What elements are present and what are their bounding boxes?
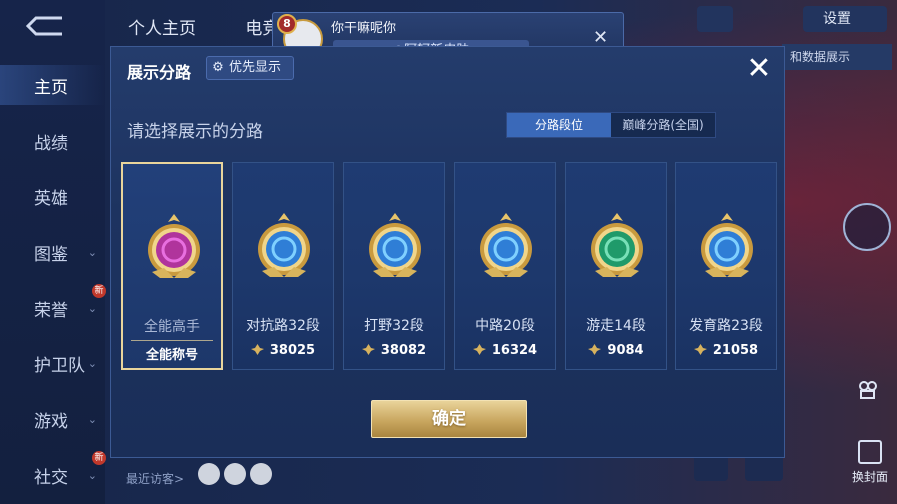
lane-card[interactable]: 全能高手 全能称号 [121,162,223,370]
bell-icon[interactable] [697,6,733,32]
rank-badge-icon [588,344,602,355]
sidebar-item[interactable]: 英雄 [0,176,105,216]
lane-score-value: 38082 [380,343,427,358]
visitor-avatar[interactable] [250,463,272,485]
sidebar-item[interactable]: 图鉴 ⌄ [0,232,105,272]
lane-card[interactable]: 对抗路32段 38025 [232,162,334,370]
sidebar-item-label: 社交 [34,467,68,488]
tab-peak-lane[interactable]: 巅峰分路(全国) [611,113,715,137]
lane-score: 38025 [233,343,333,358]
all-round-icon [148,214,200,278]
tab-profile[interactable]: 个人主页 [128,19,196,39]
jungle-icon [369,213,421,277]
lane-name: 发育路23段 [689,318,763,334]
recent-visitors-link[interactable]: 最近访客> [126,470,184,487]
new-badge: 新 [92,451,106,465]
lane-score-value: 9084 [607,343,644,358]
lane-score: 38082 [344,343,444,358]
priority-label: 优先显示 [229,60,282,75]
lane-card[interactable]: 中路20段 16324 [454,162,556,370]
settings-button[interactable]: 设置 [803,6,887,32]
lane-card[interactable]: 游走14段 9084 [565,162,667,370]
close-icon[interactable]: ✕ [593,27,608,48]
film-icon[interactable] [858,380,878,400]
notification-message: 你干嘛呢你 [331,21,397,36]
sidebar-item[interactable]: 游戏 ⌄ [0,399,105,439]
farm-lane-icon [701,213,753,277]
gear-icon: ⚙ [212,60,224,75]
rank-badge-icon [472,344,486,355]
mid-lane-icon [480,213,532,277]
sidebar-item-label: 主页 [34,77,68,98]
lane-score: 16324 [455,343,555,358]
clash-lane-icon [258,213,310,277]
back-icon[interactable] [22,12,68,40]
data-display-button[interactable]: 和数据展示 [782,44,892,70]
sidebar-item[interactable]: 社交 ⌄ [0,455,105,495]
chevron-down-icon: ⌄ [87,468,97,482]
lane-name: 打野32段 [364,318,424,334]
sidebar-item-label: 图鉴 [34,244,68,265]
roam-icon [591,213,643,277]
sidebar-item[interactable]: 荣誉 ⌄ [0,288,105,328]
sidebar-item-label: 荣誉 [34,300,68,321]
sidebar-item-label: 战绩 [34,133,68,154]
chevron-down-icon: ⌄ [87,301,97,315]
dialog-title: 展示分路 [127,63,192,82]
rank-badge-icon [361,344,375,355]
sidebar-item[interactable]: 主页 [0,65,105,105]
visitor-avatar[interactable] [198,463,220,485]
change-cover-button[interactable]: 换封面 [846,440,894,485]
lane-score-value: 21058 [712,343,759,358]
lane-name: 对抗路32段 [246,318,320,334]
lane-card[interactable]: 发育路23段 21058 [675,162,777,370]
chevron-down-icon: ⌄ [87,412,97,426]
level-badge: 8 [277,14,297,34]
lane-score-value: 全能称号 [145,348,198,363]
select-lane-prompt: 请选择展示的分路 [127,122,263,142]
sidebar-item[interactable]: 护卫队 ⌄ [0,343,105,383]
divider [131,340,213,341]
lane-name: 游走14段 [586,318,646,334]
lane-score: 全能称号 [123,344,221,363]
priority-display-button[interactable]: ⚙ 优先显示 [206,56,294,80]
lane-display-dialog: 展示分路 ⚙ 优先显示 ✕ 请选择展示的分路 分路段位 巅峰分路(全国) 全能高手… [110,46,785,458]
sidebar-item-label: 游戏 [34,411,68,432]
sidebar-item[interactable]: 战绩 [0,121,105,161]
tab-lane-rank[interactable]: 分路段位 [507,113,611,137]
lane-score: 21058 [676,343,776,358]
lane-card[interactable]: 打野32段 38082 [343,162,445,370]
change-cover-label: 换封面 [851,470,888,484]
confirm-button[interactable]: 确定 [371,400,527,438]
lane-name: 全能高手 [144,319,200,335]
sidebar-item-label: 护卫队 [34,355,85,376]
rank-badge-icon [693,344,707,355]
lane-name: 中路20段 [475,318,535,334]
lane-tabs: 分路段位 巅峰分路(全国) [506,112,716,138]
chevron-down-icon: ⌄ [87,245,97,259]
lane-score-value: 16324 [491,343,538,358]
avatar-frame[interactable] [843,203,891,251]
close-icon[interactable]: ✕ [739,49,779,89]
lane-score-value: 38025 [269,343,316,358]
new-badge: 新 [92,284,106,298]
chevron-down-icon: ⌄ [87,356,97,370]
sidebar-item-label: 英雄 [34,188,68,209]
picture-icon [858,440,882,464]
rank-badge-icon [250,344,264,355]
visitor-avatar[interactable] [224,463,246,485]
lane-score: 9084 [566,343,666,358]
